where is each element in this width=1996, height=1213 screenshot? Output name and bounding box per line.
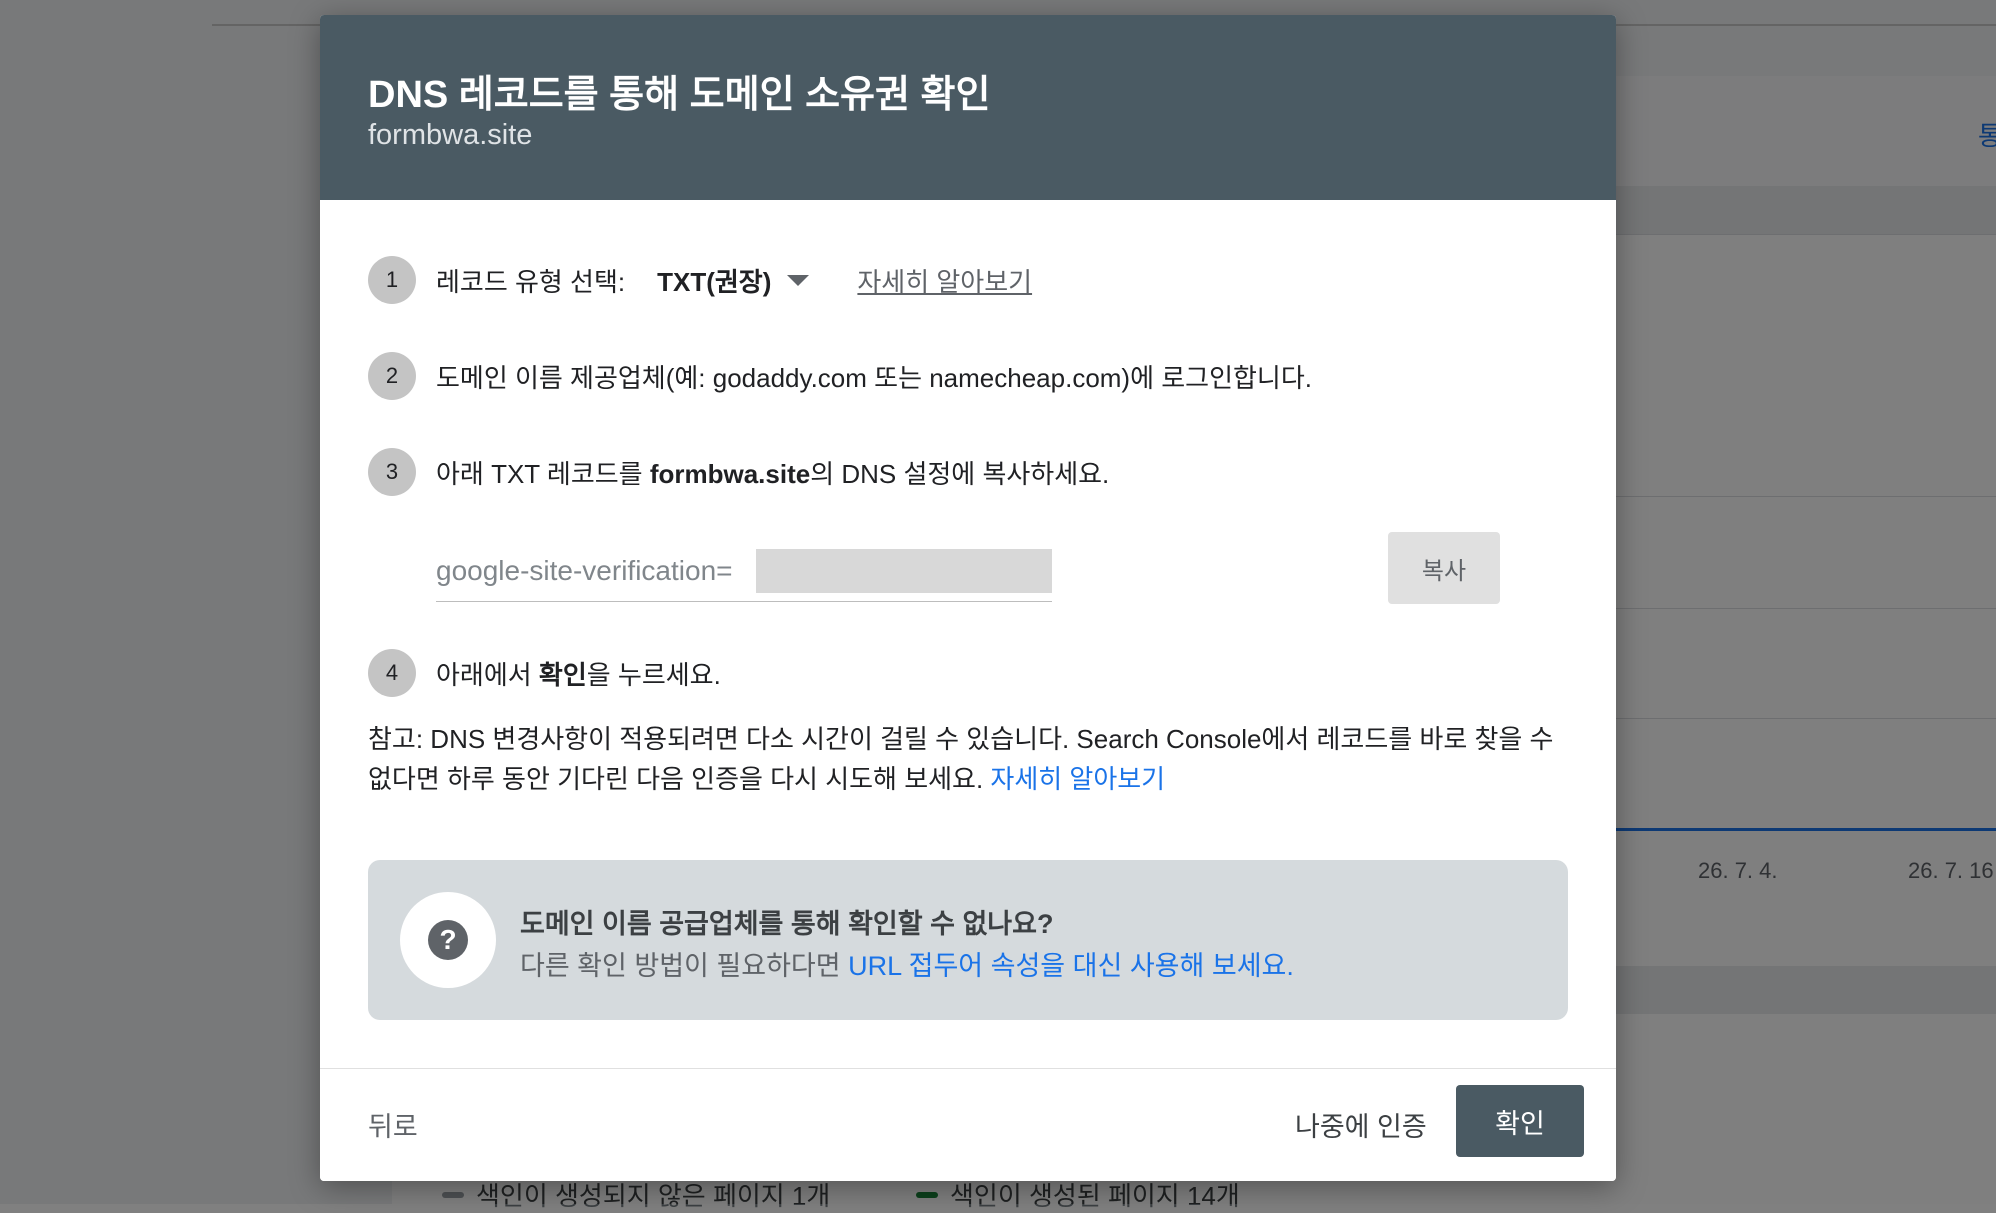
step-text: 아래 TXT 레코드를 formbwa.site의 DNS 설정에 복사하세요. [436,454,1109,491]
step-number: 4 [368,649,416,697]
step-number: 2 [368,352,416,400]
step-text: 도메인 이름 제공업체(예: godaddy.com 또는 namecheap.… [436,362,1312,393]
step-text-part: 아래에서 [436,659,539,690]
step-number: 1 [368,256,416,304]
domain-name: formbwa.site [649,458,811,489]
step-text: 아래에서 확인을 누르세요. [436,655,721,692]
confirm-keyword: 확인 [538,659,587,690]
step-4: 4 아래에서 확인을 누르세요. [368,649,721,697]
step-text-part: 아래 TXT 레코드를 [436,458,650,489]
redacted-token [756,549,1052,593]
verify-later-button[interactable]: 나중에 인증 [1295,1105,1427,1144]
txt-record-prefix: google-site-verification= [436,555,733,586]
step-3: 3 아래 TXT 레코드를 formbwa.site의 DNS 설정에 복사하세… [368,448,1109,496]
note-learn-more-link[interactable]: 자세히 알아보기 [990,764,1165,794]
copy-button[interactable]: 복사 [1388,532,1500,604]
step-label: 레코드 유형 선택: [436,266,626,297]
alternate-method-description: 다른 확인 방법이 필요하다면 URL 접두어 속성을 대신 사용해 보세요. [520,944,1294,983]
url-prefix-link[interactable]: URL 접두어 속성을 대신 사용해 보세요. [848,951,1294,981]
step-1: 1 레코드 유형 선택: TXT(권장) 자세히 알아보기 [368,256,1032,304]
help-icon-container: ? [400,892,496,988]
chevron-down-icon [787,274,810,286]
note-text: 참고: DNS 변경사항이 적용되려면 다소 시간이 걸릴 수 있습니다. Se… [368,719,1568,799]
step-2: 2 도메인 이름 제공업체(예: godaddy.com 또는 namechea… [368,352,1312,400]
confirm-button[interactable]: 확인 [1456,1085,1584,1157]
verification-dialog: DNS 레코드를 통해 도메인 소유권 확인 formbwa.site 1 레코… [320,15,1616,1181]
txt-record-field[interactable]: google-site-verification= [436,545,1052,602]
dialog-header: DNS 레코드를 통해 도메인 소유권 확인 formbwa.site [320,15,1616,200]
help-circle-icon: ? [428,920,468,960]
step-text-part: 을 누르세요. [586,659,721,690]
back-button[interactable]: 뒤로 [368,1105,418,1144]
note-body: 참고: DNS 변경사항이 적용되려면 다소 시간이 걸릴 수 있습니다. Se… [368,724,1554,794]
alternate-method-text: 다른 확인 방법이 필요하다면 [520,951,849,981]
dialog-title: DNS 레코드를 통해 도메인 소유권 확인 [368,74,991,116]
record-type-select[interactable]: TXT(권장) [657,262,810,299]
learn-more-link[interactable]: 자세히 알아보기 [857,262,1032,299]
alternate-method-box: ? 도메인 이름 공급업체를 통해 확인할 수 없나요? 다른 확인 방법이 필… [368,860,1568,1020]
alternate-method-title: 도메인 이름 공급업체를 통해 확인할 수 없나요? [520,909,1054,939]
step-number: 3 [368,448,416,496]
dialog-footer: 뒤로 나중에 인증 확인 [320,1068,1616,1181]
dialog-subtitle: formbwa.site [368,119,533,151]
step-text-part: 의 DNS 설정에 복사하세요. [810,458,1110,489]
record-type-value: TXT(권장) [657,266,772,297]
